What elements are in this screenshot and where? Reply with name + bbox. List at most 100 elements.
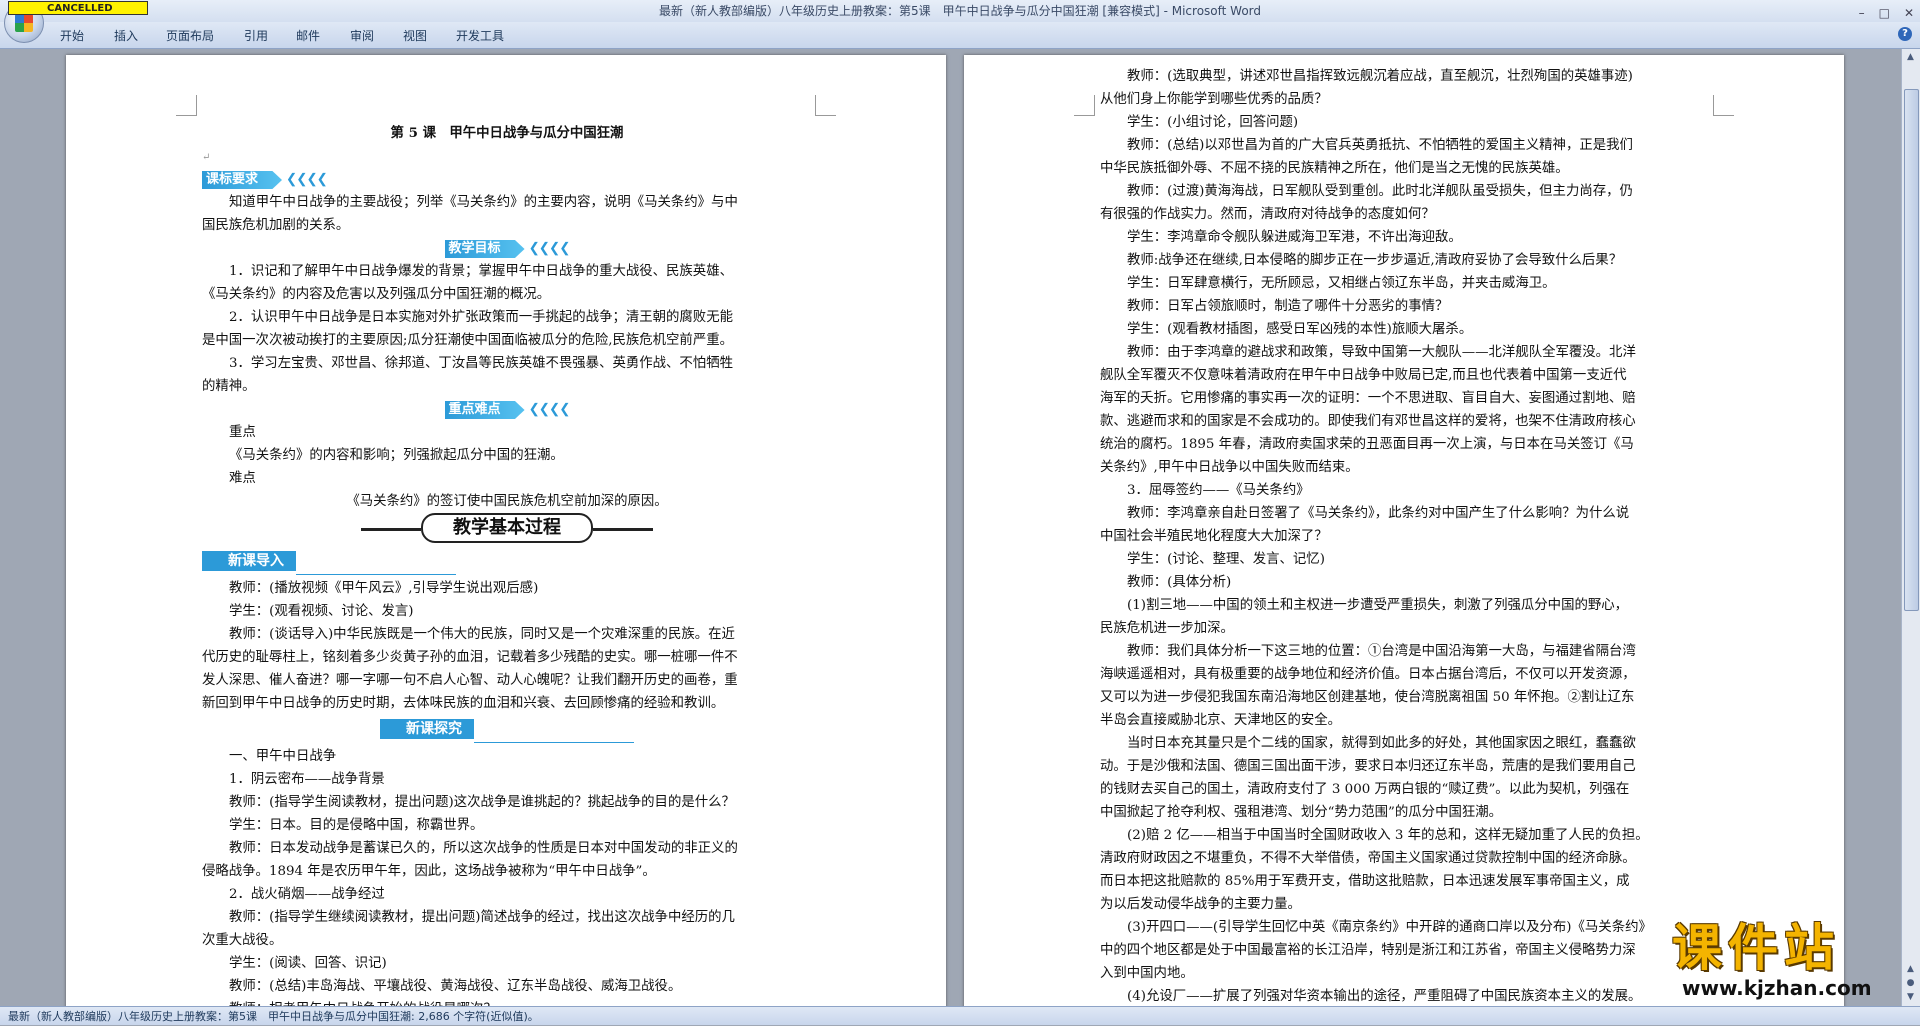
- paragraph-line: 而日本把这批赔款的 85%用于军费开支，借助这批赔款，日本迅速发展军事帝国主义，…: [1100, 874, 1630, 889]
- paragraph-line: 新回到甲午中日战争的历史时期，去体味民族的血泪和兴衰、去回顾惨痛的经验和教训。: [202, 696, 725, 711]
- section-badge-requirements: 课标要求: [202, 171, 283, 189]
- scroll-up-icon[interactable]: ▲: [1904, 51, 1917, 64]
- window-controls: – □ ✕: [1859, 2, 1914, 24]
- maximize-button[interactable]: □: [1879, 2, 1890, 24]
- paragraph-line: 的钱财去买自己的国土，清政府支付了 3 000 万两白银的“赎辽费”。以此为契机…: [1100, 782, 1630, 797]
- paragraph-line: 教师：(过渡)黄海海战，日军舰队受到重创。此时北洋舰队虽受损失，但主力尚存，仍: [1127, 184, 1633, 199]
- paragraph-line: 款、逃避而求和的国家是不会成功的。即使我们有邓世昌这样的爱将，也架不住清政府核心: [1100, 414, 1636, 429]
- paragraph-line: 教师：日本发动战争是蓄谋已久的，所以这次战争的性质是日本对中国发动的非正义的: [229, 841, 738, 856]
- paragraph-line: 教师：日军占领旅顺时，制造了哪件十分恶劣的事情？: [1127, 299, 1449, 314]
- tab-page-layout[interactable]: 页面布局: [166, 27, 214, 44]
- paragraph-line: 2．战火硝烟——战争经过: [229, 887, 385, 902]
- left-page-content: 第 5 课 甲午中日战争与瓜分中国狂潮 ↵ 课标要求 ❮❮❮❮ 知道甲午中日战争的…: [202, 122, 812, 1006]
- paragraph-line: 《马关条约》的内容及危害以及列强瓜分中国狂潮的概况。: [202, 287, 551, 302]
- chevrons-icon: ❮❮❮❮: [286, 172, 328, 187]
- paragraph-line: 从他们身上你能学到哪些优秀的品质？: [1100, 92, 1328, 107]
- section-badge-objectives: 教学目标: [444, 240, 525, 258]
- paragraph-line: 知道甲午中日战争的主要战役；列举《马关条约》的主要内容，说明《马关条约》与中: [229, 195, 738, 210]
- paragraph-line: 重点: [229, 425, 256, 440]
- paragraph-line: 侵略战争。1894 年是农历甲午年，因此，这场战争被称为“甲午中日战争”。: [202, 864, 656, 879]
- next-page-icon[interactable]: ▼: [1904, 991, 1917, 1004]
- paragraph-line: 统治的腐朽。1895 年春，清政府卖国求荣的丑恶面目再一次上演，与日本在马关签订…: [1100, 437, 1634, 452]
- paragraph-line: 教师：(总结)丰岛海战、平壤战役、黄海战役、辽东半岛战役、威海卫战役。: [229, 979, 682, 994]
- paragraph-line: 教师：(具体分析): [1127, 575, 1232, 590]
- paragraph-line: 教师：(选取典型，讲述邓世昌指挥致远舰沉着应战，直至舰沉，壮烈殉国的英雄事迹): [1127, 69, 1633, 84]
- section-badge-key-points: 重点难点: [444, 401, 525, 419]
- banner-deco: [593, 528, 653, 531]
- paragraph-line: 有很强的作战实力。然而，清政府对待战争的态度如何？: [1100, 207, 1435, 222]
- paragraph-line: 难点: [229, 471, 256, 486]
- paragraph-line: 教师：由于李鸿章的避战求和政策，导致中国第一大舰队——北洋舰队全军覆没。北洋: [1127, 345, 1636, 360]
- paragraph-line: 教师:战争还在继续,日本侵略的脚步正在一步步逼近,清政府妥协了会导致什么后果？: [1127, 253, 1623, 268]
- paragraph-line: 学生：李鸿章命令舰队躲进威海卫军港，不许出海迎敌。: [1127, 230, 1462, 245]
- paragraph-line: 学生：(观看教材插图，感受日军凶残的本性)旅顺大屠杀。: [1127, 322, 1473, 337]
- paragraph-line: 民族危机进一步加深。: [1100, 621, 1234, 636]
- paragraph-line: 教师：(指导学生继续阅读教材，提出问题)简述战争的经过，找出这次战争中经历的几: [229, 910, 735, 925]
- help-icon[interactable]: ?: [1898, 27, 1912, 41]
- paragraph-line: 中的四个地区都是处于中国最富裕的长江沿岸，特别是浙江和江苏省，帝国主义侵略势力深: [1100, 943, 1636, 958]
- paragraph-line: 入到中国内地。: [1100, 966, 1194, 981]
- paragraph-line: 3．学习左宝贵、邓世昌、徐邦道、丁汝昌等民族英雄不畏强暴、英勇作战、不怕牺牲: [229, 356, 733, 371]
- paragraph-line: 中国掀起了抢夺利权、强租港湾、划分“势力范围”的瓜分中国狂潮。: [1100, 805, 1503, 820]
- paragraph-line: 发人深思、催人奋进？哪一字哪一句不启人心智、动人心魄呢？让我们翻开历史的画卷，重: [202, 673, 738, 688]
- paragraph-line: (2)赔 2 亿——相当于中国当时全国财政收入 3 年的总和，这样无疑加重了人民…: [1127, 828, 1649, 843]
- section-heading-explore: 新课探究: [380, 719, 474, 739]
- paragraph-line: 一、甲午中日战争: [229, 749, 337, 764]
- paragraph-line: 动。于是沙俄和法国、德国三国出面干涉，要求日本归还辽东半岛，荒唐的是我们要用自己: [1100, 759, 1636, 774]
- paragraph-line: 的精神。: [202, 379, 256, 394]
- paragraph-line: 《马关条约》的签订使中国民族危机空前加深的原因。: [346, 494, 668, 509]
- section-heading-intro: 新课导入: [202, 551, 296, 571]
- office-logo-icon: [15, 14, 33, 32]
- tab-references[interactable]: 引用: [244, 27, 268, 44]
- status-bar: 最新（新人教部编版）八年级历史上册教案：第5课 甲午中日战争与瓜分中国狂潮: 2…: [0, 1006, 1920, 1025]
- paragraph-line: 学生：(小组讨论，回答问题): [1127, 115, 1299, 130]
- tab-review[interactable]: 审阅: [350, 27, 374, 44]
- tab-mailings[interactable]: 邮件: [296, 27, 320, 44]
- paragraph-line: 又可以为进一步侵犯我国东南沿海地区创建基地，使台湾脱离祖国 50 年怀抱。②割让…: [1100, 690, 1635, 705]
- tab-insert[interactable]: 插入: [114, 27, 138, 44]
- ribbon-tabs: 开始 插入 页面布局 引用 邮件 审阅 视图 开发工具 ?: [0, 22, 1920, 49]
- window-title: 最新（新人教部编版）八年级历史上册教案：第5课 甲午中日战争与瓜分中国狂潮 [兼…: [658, 4, 1262, 18]
- paragraph-line: 教师：(谈话导入)中华民族既是一个伟大的民族，同时又是一个灾难深重的民族。在近: [229, 627, 735, 642]
- paragraph-line: 2．认识甲午中日战争是日本实施对外扩张政策而一手挑起的战争；清王朝的腐败无能: [229, 310, 733, 325]
- cancelled-badge: CANCELLED: [8, 1, 148, 15]
- paragraph-line: 半岛会直接威胁北京、天津地区的安全。: [1100, 713, 1342, 728]
- paragraph-line: 教师：(总结)以邓世昌为首的广大官兵英勇抵抗、不怕牺牲的爱国主义精神，正是我们: [1127, 138, 1633, 153]
- chevrons-icon: ❮❮❮❮: [528, 241, 571, 256]
- title-bar: 最新（新人教部编版）八年级历史上册教案：第5课 甲午中日战争与瓜分中国狂潮 [兼…: [0, 0, 1920, 22]
- paragraph-line: 教师：相考甲午中日战争开始的战役是哪次？: [202, 998, 812, 1006]
- tab-developer[interactable]: 开发工具: [456, 27, 504, 44]
- lesson-title: 第 5 课 甲午中日战争与瓜分中国狂潮: [390, 125, 624, 141]
- paragraph-line: 当时日本充其量只是个二线的国家，就得到如此多的好处，其他国家因之眼红，蠢蠢欲: [1127, 736, 1636, 751]
- tab-home[interactable]: 开始: [60, 27, 84, 44]
- paragraph-line: (3)开四口——(引导学生回忆中英《南京条约》中开辟的通商口岸以及分布)《马关条…: [1127, 920, 1652, 935]
- minimize-button[interactable]: –: [1859, 2, 1865, 24]
- margin-corner: [815, 95, 836, 116]
- prev-page-icon[interactable]: ▲: [1904, 963, 1917, 976]
- watermark-logo: 课件站 www.kjzhan.com: [1672, 920, 1902, 1006]
- paragraph-line: 3．屈辱签约——《马关条约》: [1127, 483, 1310, 498]
- paragraph-line: 学生：(阅读、回答、识记): [229, 956, 387, 971]
- close-button[interactable]: ✕: [1904, 2, 1914, 24]
- paragraph-line: 1．识记和了解甲午中日战争爆发的背景；掌握甲午中日战争的重大战役、民族英雄、: [229, 264, 733, 279]
- paragraph-line: 舰队全军覆灭不仅意味着清政府在甲午中日战争中败局已定,而且也代表着中国第一支近代: [1100, 368, 1627, 383]
- paragraph-line: 学生：(观看视频、讨论、发言): [229, 604, 414, 619]
- vertical-scrollbar[interactable]: ▲ ▲ ● ▼: [1901, 49, 1920, 1006]
- browse-object-icon[interactable]: ●: [1904, 977, 1917, 990]
- page-right[interactable]: 教师：(选取典型，讲述邓世昌指挥致远舰沉着应战，直至舰沉，壮烈殉国的英雄事迹) 从…: [964, 55, 1844, 1006]
- paragraph-line: 海峡遥遥相对，具有极重要的战争地位和经济价值。日本占据台湾后，不仅可以开发资源，: [1100, 667, 1636, 682]
- paragraph-line: 关条约》,甲午中日战争以中国失败而结束。: [1100, 460, 1359, 475]
- paragraph-line: 中国社会半殖民地化程度大大加深了？: [1100, 529, 1328, 544]
- scrollbar-thumb[interactable]: [1904, 89, 1919, 611]
- paragraph-line: 学生：日军肆意横行，无所顾忌，又相继占领辽东半岛，并夹击威海卫。: [1127, 276, 1556, 291]
- paragraph-line: 中华民族抵御外辱、不屈不挠的民族精神之所在，他们是当之无愧的民族英雄。: [1100, 161, 1569, 176]
- page-left[interactable]: 第 5 课 甲午中日战争与瓜分中国狂潮 ↵ 课标要求 ❮❮❮❮ 知道甲午中日战争的…: [66, 55, 946, 1006]
- tab-view[interactable]: 视图: [403, 27, 427, 44]
- chevrons-icon: ❮❮❮❮: [528, 402, 571, 417]
- paragraph-line: 学生：日本。目的是侵略中国，称霸世界。: [229, 818, 484, 833]
- margin-corner: [1713, 95, 1734, 116]
- paragraph-line: 次重大战役。: [202, 933, 283, 948]
- paragraph-line: 教师：(指导学生阅读教材，提出问题)这次战争是谁挑起的？挑起战争的目的是什么？: [229, 795, 735, 810]
- paragraph-line: 代历史的耻辱柱上，铭刻着多少炎黄子孙的血泪，记载着多少残酷的史实。哪一桩哪一件不: [202, 650, 738, 665]
- paragraph-line: 教师：(播放视频《甲午风云》,引导学生说出观后感): [229, 581, 539, 596]
